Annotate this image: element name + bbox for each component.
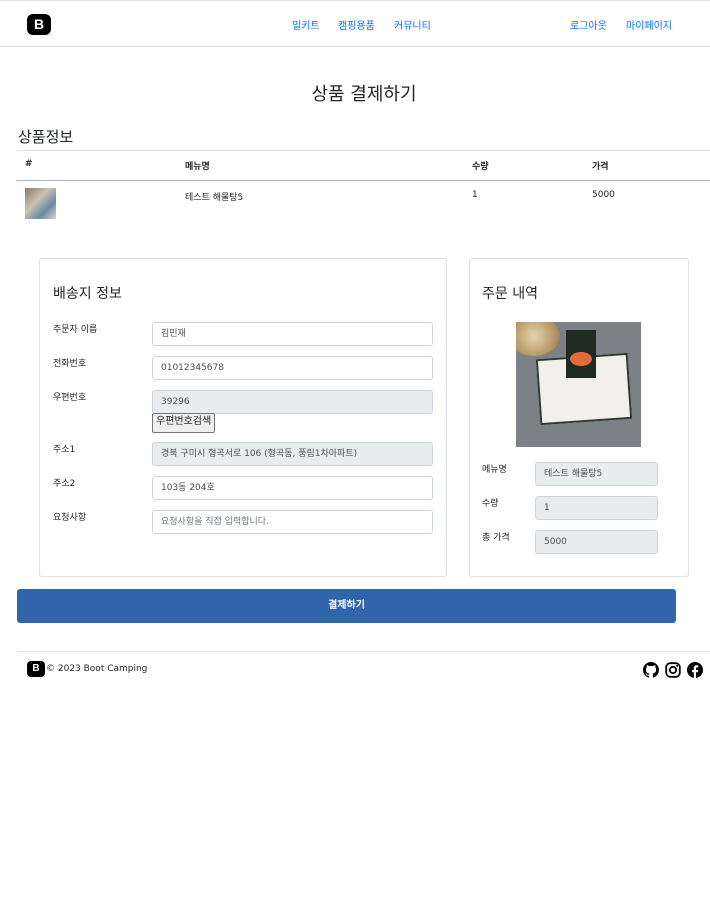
column-header-qty: 수량 [472,162,489,172]
address1-label: 주소1 [53,445,76,455]
address2-input[interactable]: 103동 204호 [152,476,433,500]
orderer-name-input[interactable]: 김민재 [152,322,433,346]
order-menu-label: 메뉴명 [482,465,507,475]
product-image [516,322,641,447]
zip-search-button[interactable]: 우편번호검색 [152,413,216,433]
zip-label: 우편번호 [53,393,87,403]
logout-link[interactable]: 로그아웃 [570,17,607,32]
mypage-link[interactable]: 마이페이지 [626,17,672,32]
request-input[interactable]: 요청사항을 직접 입력합니다. [152,510,433,534]
table-header-border [17,180,710,181]
order-summary-title: 주문 내역 [482,286,538,302]
order-total-input: 5000 [535,530,658,554]
request-label: 요청사항 [53,513,87,523]
copyright-text: © 2023 Boot Camping [46,664,148,674]
instagram-icon[interactable] [665,662,681,678]
row-menu-name: 테스트 해물탕5 [185,193,244,203]
order-menu-input: 테스트 해물탕5 [535,462,658,486]
row-price: 5000 [592,190,615,200]
pay-button[interactable]: 결제하기 [17,589,676,623]
facebook-icon[interactable] [687,662,703,678]
page-title: 상품 결제하기 [311,84,417,105]
orderer-label: 주문자 이름 [53,325,98,335]
product-info-title: 상품정보 [18,128,74,146]
column-header-index: # [25,159,33,169]
nav-camping-goods[interactable]: 캠핑용품 [338,17,375,32]
footer-logo-icon[interactable]: B [27,661,45,677]
shipping-title: 배송지 정보 [53,286,122,302]
navbar: B 밀키트 캠핑용품 커뮤니티 로그아웃 마이페이지 [0,1,710,47]
table-top-border [17,150,710,151]
footer-divider [17,651,710,652]
nav-mealkit[interactable]: 밀키트 [292,17,320,32]
product-thumbnail [25,188,56,219]
zip-input: 39296 [152,390,433,414]
phone-label: 전화번호 [53,359,87,369]
nav-community[interactable]: 커뮤니티 [394,17,431,32]
bootstrap-logo-icon[interactable]: B [27,14,51,35]
github-icon[interactable] [643,662,659,678]
address1-input: 경북 구미시 형곡서로 106 (형곡동, 풍림1차아파트) [152,442,433,466]
column-header-price: 가격 [592,162,609,172]
order-qty-input: 1 [535,496,658,520]
address2-label: 주소2 [53,479,76,489]
order-total-label: 총 가격 [482,533,510,543]
column-header-menu: 메뉴명 [185,162,210,172]
row-quantity: 1 [472,190,478,200]
order-qty-label: 수량 [482,499,499,509]
phone-input[interactable]: 01012345678 [152,356,433,380]
